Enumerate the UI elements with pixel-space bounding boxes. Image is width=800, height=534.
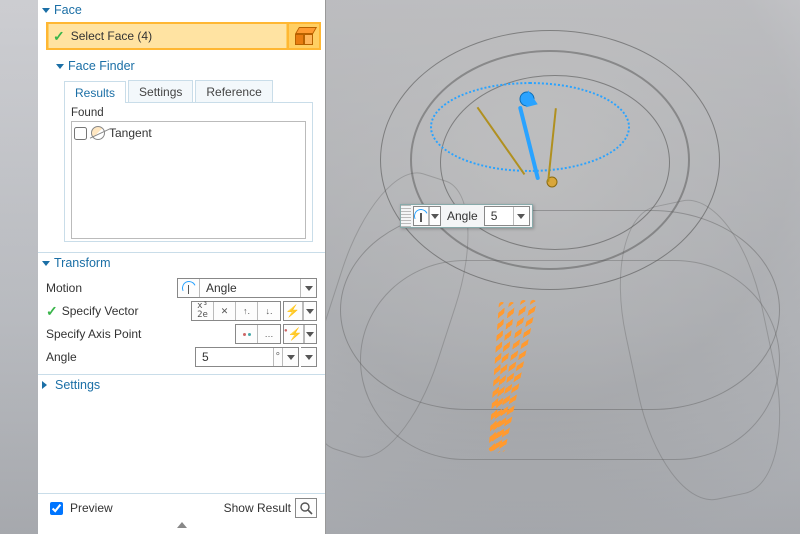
row-specify-axis-point: Specify Axis Point … ●⚡ [46,324,317,344]
tab-reference[interactable]: Reference [195,80,272,102]
onscreen-angle-value-dropdown[interactable]: 5 [484,206,530,226]
section-title-transform: Transform [54,256,111,270]
show-result-button[interactable] [295,498,317,518]
arrow-up-icon: ↑. [243,307,250,316]
face-finder-tabs: Results Settings Reference [64,80,313,102]
found-item-label: Tangent [109,126,152,140]
onscreen-angle-label: Angle [443,209,482,223]
axis-point-infer-dropdown[interactable]: ●⚡ [283,324,317,344]
section-header-transform[interactable]: Transform [38,253,325,273]
section-title-face-finder: Face Finder [68,59,135,73]
angle-value-input[interactable]: 5 ° [195,347,299,367]
show-result-label: Show Result [224,501,291,515]
arrow-down-icon: ↓. [265,307,272,316]
vector-expression-button[interactable]: x³2e [192,302,214,320]
check-icon: ✓ [46,304,58,318]
angle-label: Angle [46,350,195,364]
chevron-down-icon[interactable] [429,207,440,225]
specify-vector-label: Specify Vector [62,304,139,318]
chevron-down-icon [42,8,50,13]
chevron-up-icon [177,522,187,528]
tangent-icon [91,126,105,140]
axis-point-menu-button[interactable]: … [258,325,280,343]
tab-settings[interactable]: Settings [128,80,193,102]
found-item-tangent[interactable]: Tangent [74,124,303,142]
chevron-down-icon[interactable] [301,348,316,366]
expression-icon: x³2e [197,302,208,320]
chevron-down-icon[interactable] [303,302,317,320]
onscreen-angle-input[interactable]: Angle 5 [400,204,533,228]
row-motion: Motion Angle [46,278,317,298]
vector-button-group: x³2e ✕ ↑. ↓. [191,301,281,321]
bolt-icon: ⚡ [284,302,303,320]
chevron-down-icon[interactable] [282,348,298,366]
section-header-face-finder[interactable]: Face Finder [56,56,321,76]
onscreen-angle-type-dropdown[interactable] [413,206,441,226]
ellipsis-icon: … [265,330,274,339]
motion-dropdown[interactable]: Angle [177,278,317,298]
section-title-face: Face [54,3,82,17]
bolt-point-icon: ●⚡ [284,325,304,343]
axis-point-button-group: … [235,324,281,344]
solid-body-icon [295,27,313,45]
chevron-right-icon [42,381,51,389]
preview-label: Preview [70,501,113,515]
chevron-down-icon[interactable] [304,325,316,343]
axis-point-pick-button[interactable] [236,325,258,343]
property-panel: Face ✓ Select Face (4) Face Finder Resul… [38,0,326,534]
angle-expression-dropdown[interactable] [301,347,317,367]
found-listview[interactable]: Tangent [71,121,306,239]
section-title-settings: Settings [55,378,100,392]
section-header-face[interactable]: Face [38,0,325,20]
angle-unit: ° [274,351,282,363]
angle-value[interactable]: 5 [196,348,274,366]
angle-icon [178,279,200,297]
row-angle: Angle 5 ° [46,347,317,367]
tab-results[interactable]: Results [64,81,126,103]
select-face-type-button[interactable] [287,24,319,48]
motion-label: Motion [46,281,177,295]
section-header-settings[interactable]: Settings [38,375,325,395]
chevron-down-icon [42,261,50,266]
chevron-down-icon[interactable] [513,207,529,225]
vector-reverse-button[interactable]: ↓. [258,302,280,320]
transform-form: Motion Angle ✓ Specify Vector x³2e [38,273,325,374]
vector-infer-dropdown[interactable]: ⚡ [283,301,317,321]
onscreen-angle-value[interactable]: 5 [485,207,513,225]
preview-checkbox[interactable] [50,502,63,515]
motion-value: Angle [200,279,300,297]
face-finder-tab-body: Found Tangent [64,102,313,242]
check-icon: ✓ [53,29,65,43]
row-specify-vector: ✓ Specify Vector x³2e ✕ ↑. ↓. ⚡ [46,301,317,321]
found-item-checkbox[interactable] [74,127,87,140]
onscreen-input-grip[interactable] [401,205,411,227]
chevron-down-icon[interactable] [300,279,316,297]
chevron-down-icon [56,64,64,69]
select-face-row[interactable]: ✓ Select Face (4) [46,22,321,50]
found-label: Found [71,107,306,119]
angle-icon [414,207,429,225]
magnifier-icon [299,501,313,515]
panel-resize-handle[interactable] [38,522,325,534]
diagonal-arrows-icon: ✕ [221,307,229,316]
specify-axis-point-label: Specify Axis Point [46,327,235,341]
points-icon [243,333,251,336]
vector-two-points-button[interactable]: ✕ [214,302,236,320]
select-face-label: Select Face (4) [71,29,152,43]
vector-axis-up-button[interactable]: ↑. [236,302,258,320]
panel-footer: Preview Show Result [38,493,325,522]
